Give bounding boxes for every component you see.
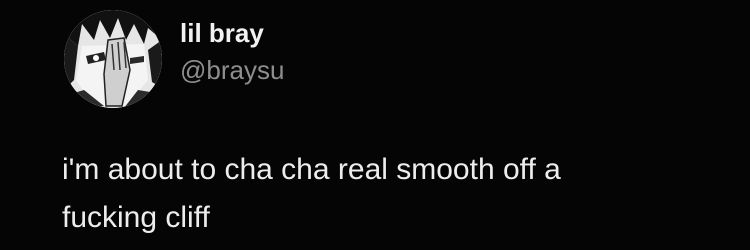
user-handle[interactable]: @braysu [180, 55, 284, 86]
profile-avatar[interactable] [64, 10, 162, 108]
anime-avatar-icon [64, 10, 162, 108]
display-name[interactable]: lil bray [180, 18, 264, 49]
tweet-text: i'm about to cha cha real smooth off a f… [62, 146, 722, 242]
tweet-text-line: i'm about to cha cha real smooth off a [62, 153, 561, 186]
tweet-card: lil bray @braysu i'm about to cha cha re… [0, 0, 750, 250]
tweet-text-line: fucking cliff [62, 201, 210, 234]
